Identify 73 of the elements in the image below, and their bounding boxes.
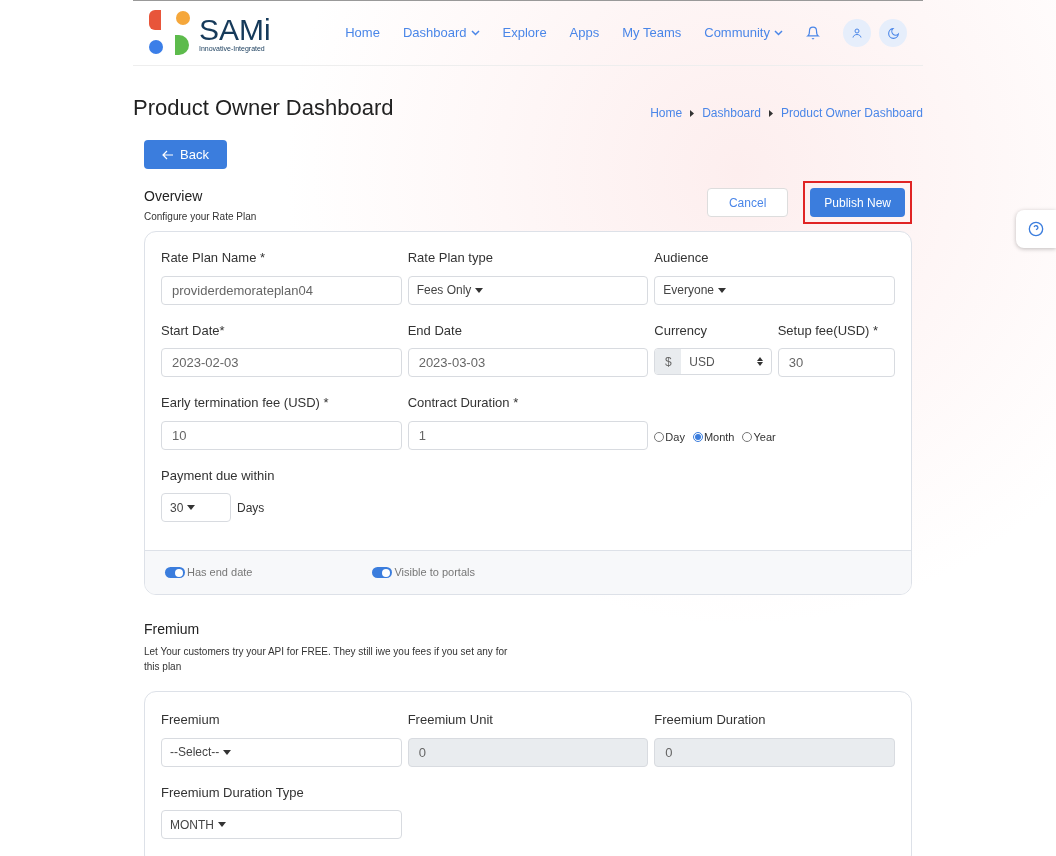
input-field[interactable]: 2023-03-03 — [407, 348, 649, 377]
chevron-down-icon — [470, 30, 480, 36]
caret-icon — [187, 505, 196, 510]
page-title: Product Owner Dashboard — [133, 94, 394, 122]
input-field[interactable]: 2023-02-03 — [161, 348, 402, 377]
cancel-button[interactable]: Cancel — [706, 188, 789, 217]
field-label: Contract Duration * — [407, 394, 520, 412]
radio-option[interactable]: Day — [654, 429, 685, 446]
caret-right-icon — [690, 109, 695, 117]
user-button[interactable] — [843, 19, 871, 47]
logo-icon — [149, 10, 191, 56]
currency-prefix: $ — [655, 349, 682, 374]
field-label: Freemium Duration — [654, 711, 767, 729]
breadcrumb-link[interactable]: Product Owner Dashboard — [780, 104, 923, 122]
toggle-label: Visible to portals — [394, 565, 475, 581]
field-label: Rate Plan Name * — [161, 249, 267, 267]
back-button[interactable]: Back — [144, 140, 227, 169]
section-title: Overview — [144, 187, 204, 206]
field-label: Freemium Duration Type — [161, 783, 305, 802]
currency-value: USD — [688, 353, 716, 371]
caret-icon — [218, 822, 226, 827]
help-button[interactable] — [1016, 210, 1056, 248]
help-icon — [1028, 221, 1044, 237]
nav-link[interactable]: Community — [704, 23, 783, 43]
logo-text: SAMi — [199, 14, 271, 45]
arrow-left-icon — [162, 149, 175, 160]
field-label: Currency — [654, 321, 709, 340]
section-description: Let Your customers try your API for FREE. They still iwe you fees if you set any for this plan — [144, 645, 509, 674]
breadcrumb-link[interactable]: Dashboard — [702, 104, 761, 122]
nav-link[interactable]: Dashboard — [402, 23, 480, 43]
breadcrumb-link[interactable]: Home — [650, 104, 683, 122]
field-label: Early termination fee (USD) * — [161, 394, 330, 412]
field-label: Start Date* — [161, 321, 226, 340]
caret-icon — [223, 749, 232, 755]
user-icon — [851, 27, 863, 39]
field-label: Setup fee(USD) * — [777, 321, 880, 340]
input-field[interactable]: 10 — [161, 420, 402, 450]
toggle-switch[interactable] — [165, 567, 185, 578]
field-label: Payment due within — [161, 466, 276, 485]
nav-link[interactable]: Explore — [502, 23, 547, 43]
nav-link[interactable]: Home — [345, 23, 380, 43]
nav-link[interactable]: Apps — [569, 23, 600, 43]
field-label: Audience — [654, 249, 710, 267]
section-subtitle: Configure your Rate Plan — [144, 210, 257, 224]
toggle-switch[interactable] — [372, 567, 393, 578]
select-field[interactable]: --Select-- — [161, 737, 402, 767]
radio-option[interactable]: Year — [742, 429, 776, 446]
select-field[interactable]: Everyone — [654, 275, 895, 305]
input-field[interactable]: providerdemorateplan04 — [161, 275, 402, 305]
field-label: Freemium — [161, 711, 221, 729]
select-field[interactable]: 30 — [161, 493, 231, 522]
nav-link[interactable]: My Teams — [622, 23, 682, 43]
publish-button[interactable]: Publish New — [810, 188, 905, 217]
field-label: End Date — [407, 321, 463, 340]
bell-icon[interactable] — [806, 26, 820, 40]
select-field[interactable]: Fees Only — [407, 275, 649, 305]
dark-mode-button[interactable] — [879, 19, 907, 47]
section-title: Fremium — [144, 620, 201, 639]
input-field[interactable]: 30 — [777, 348, 895, 377]
input-field[interactable]: 1 — [407, 420, 649, 450]
currency-select[interactable]: $ USD — [654, 348, 772, 375]
caret-right-icon — [768, 109, 773, 117]
radio-option[interactable]: Month — [692, 429, 735, 446]
toggle-label: Has end date — [187, 565, 253, 581]
unit-label: Days — [237, 499, 265, 517]
caret-icon — [475, 287, 484, 293]
sort-arrows-icon — [756, 357, 763, 366]
field-label: Rate Plan type — [407, 249, 494, 267]
chevron-down-icon — [774, 30, 783, 36]
moon-icon — [886, 26, 900, 40]
select-field[interactable]: MONTH — [161, 810, 402, 839]
caret-icon — [718, 287, 727, 293]
field-label: Freemium Unit — [407, 711, 494, 729]
